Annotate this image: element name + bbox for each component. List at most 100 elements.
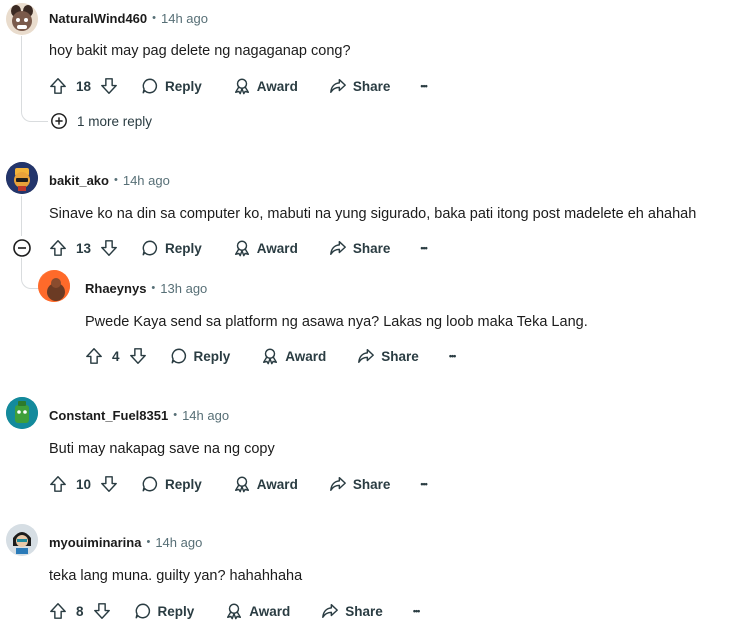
comment-text: Sinave ko na din sa computer ko, mabuti … [49, 206, 697, 222]
timestamp[interactable]: 14h ago [182, 408, 229, 423]
upvote-icon [50, 78, 66, 94]
reply-label: Reply [165, 240, 202, 256]
upvote-button[interactable] [49, 239, 67, 257]
upvote-button[interactable] [85, 347, 103, 365]
more-options-icon[interactable]: ••• [420, 243, 428, 253]
downvote-icon [129, 348, 146, 364]
vote-count: 13 [76, 240, 92, 256]
comment: bakit_ako • 14h ago Sinave ko na din sa … [0, 160, 750, 375]
reply-label: Reply [193, 348, 231, 364]
username[interactable]: bakit_ako [49, 173, 109, 188]
separator: • [151, 282, 156, 294]
award-label: Award [256, 240, 298, 256]
more-options-icon[interactable]: ••• [420, 479, 428, 489]
upvote-button[interactable] [49, 602, 67, 620]
comment-meta: NaturalWind460 • 14h ago [49, 8, 208, 28]
share-label: Share [352, 476, 391, 492]
share-button[interactable]: Share [357, 347, 419, 365]
username[interactable]: myouiminarina [49, 535, 141, 550]
upvote-icon [86, 348, 102, 364]
comment-meta: myouiminarina • 14h ago [49, 532, 202, 552]
reply-icon [142, 476, 158, 492]
share-icon [329, 78, 346, 94]
reply-button[interactable]: Reply [141, 239, 202, 257]
avatar[interactable] [6, 3, 38, 35]
downvote-button[interactable] [100, 475, 118, 493]
share-label: Share [352, 240, 391, 256]
comment-actions: 18 Reply Award Share ••• [49, 73, 428, 99]
upvote-button[interactable] [49, 475, 67, 493]
timestamp[interactable]: 14h ago [123, 173, 170, 188]
award-button[interactable]: Award [233, 239, 298, 257]
more-replies-button[interactable]: 1 more reply [50, 112, 152, 130]
award-icon [263, 348, 278, 365]
award-button[interactable]: Award [261, 347, 326, 365]
more-options-icon[interactable]: ••• [420, 81, 428, 91]
reply-button[interactable]: Reply [134, 602, 195, 620]
comment-actions: 10 Reply Award Share ••• [49, 471, 428, 497]
thread-line [21, 196, 22, 236]
award-button[interactable]: Award [233, 475, 298, 493]
award-button[interactable]: Award [225, 602, 290, 620]
avatar[interactable] [6, 162, 38, 194]
separator: • [113, 174, 118, 186]
share-button[interactable]: Share [329, 77, 391, 95]
comment-actions: 4 Reply Award Share ••• [85, 343, 457, 369]
share-label: Share [352, 78, 391, 94]
avatar[interactable] [6, 397, 38, 429]
upvote-icon [50, 603, 66, 619]
collapse-thread-button[interactable] [12, 238, 32, 258]
share-icon [329, 476, 346, 492]
thread-connector [21, 105, 48, 122]
share-button[interactable]: Share [321, 602, 383, 620]
downvote-icon [93, 603, 110, 619]
minus-circle-icon [13, 239, 31, 257]
username[interactable]: Rhaeynys [85, 281, 146, 296]
thread-line [21, 36, 22, 112]
award-label: Award [249, 603, 291, 619]
reply-label: Reply [157, 603, 195, 619]
reply-button[interactable]: Reply [141, 475, 202, 493]
comment-actions: 8 Reply Award Share ••• [49, 598, 421, 624]
comment: myouiminarina • 14h ago teka lang muna. … [0, 522, 750, 629]
downvote-button[interactable] [100, 77, 118, 95]
downvote-button[interactable] [100, 239, 118, 257]
share-button[interactable]: Share [329, 475, 391, 493]
username[interactable]: Constant_Fuel8351 [49, 408, 168, 423]
downvote-button[interactable] [93, 602, 111, 620]
award-icon [234, 78, 249, 95]
avatar[interactable] [38, 270, 70, 302]
share-button[interactable]: Share [329, 239, 391, 257]
award-label: Award [256, 476, 298, 492]
upvote-button[interactable] [49, 77, 67, 95]
comment-meta: Constant_Fuel8351 • 14h ago [49, 405, 229, 425]
vote-count: 10 [76, 476, 92, 492]
award-icon [234, 240, 249, 257]
award-button[interactable]: Award [233, 77, 298, 95]
comment-text: Buti may nakapag save na ng copy [49, 441, 275, 457]
more-options-icon[interactable]: ••• [413, 606, 421, 616]
comment-text: hoy bakit may pag delete ng nagaganap co… [49, 43, 351, 59]
reply-label: Reply [165, 476, 202, 492]
more-replies-label: 1 more reply [77, 113, 153, 129]
username[interactable]: NaturalWind460 [49, 11, 147, 26]
comment: NaturalWind460 • 14h ago hoy bakit may p… [0, 0, 750, 140]
award-icon [227, 603, 242, 620]
reply-button[interactable]: Reply [141, 77, 202, 95]
timestamp[interactable]: 14h ago [155, 535, 202, 550]
downvote-button[interactable] [129, 347, 147, 365]
vote-count: 18 [76, 78, 92, 94]
timestamp[interactable]: 13h ago [160, 281, 207, 296]
plus-circle-icon [51, 113, 67, 129]
share-icon [329, 240, 346, 256]
separator: • [152, 12, 156, 24]
timestamp[interactable]: 14h ago [161, 11, 208, 26]
comment-text: teka lang muna. guilty yan? hahahhaha [49, 568, 303, 584]
reply-comment: Rhaeynys • 13h ago Pwede Kaya send sa pl… [38, 270, 750, 375]
separator: • [173, 409, 178, 421]
reply-icon [171, 348, 186, 364]
avatar[interactable] [6, 524, 38, 556]
reply-button[interactable]: Reply [170, 347, 231, 365]
vote-count: 8 [76, 603, 84, 619]
more-options-icon[interactable]: ••• [449, 351, 457, 361]
